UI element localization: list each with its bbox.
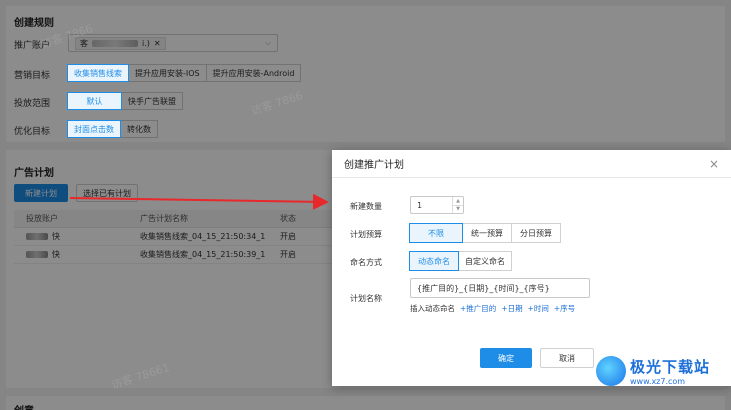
plan-name-label: 计划名称 [350, 294, 382, 303]
naming-option-custom[interactable]: 自定义命名 [458, 251, 512, 271]
stepper-arrows: ▲ ▼ [452, 197, 463, 213]
budget-option-unlimited[interactable]: 不限 [409, 223, 463, 243]
logo-text: 极光下载站 www.xz7.com [630, 356, 710, 386]
cancel-button[interactable]: 取消 [540, 348, 594, 368]
scope-option-default[interactable]: 默认 [67, 92, 122, 110]
quantity-value: 1 [417, 200, 423, 210]
close-icon[interactable]: × [709, 157, 719, 171]
insert-link-purpose[interactable]: +推广目的 [460, 303, 496, 314]
logo-icon [596, 356, 626, 386]
quantity-label: 新建数量 [350, 202, 382, 211]
create-plan-modal: 创建推广计划 × 新建数量 1 ▲ ▼ 计划预算 不限 统一预算 分日预算 命名… [332, 150, 731, 386]
insert-dynamic-row: 插入动态命名 +推广目的 +日期 +时间 +序号 [410, 303, 575, 314]
modal-header: 创建推广计划 × [332, 150, 731, 178]
insert-link-time[interactable]: +时间 [528, 303, 549, 314]
confirm-button[interactable]: 确定 [480, 348, 532, 368]
naming-segment: 动态命名 自定义命名 [409, 251, 512, 271]
goal-option-leads[interactable]: 收集销售线索 [67, 64, 129, 82]
decrement-icon[interactable]: ▼ [453, 204, 463, 214]
plan-name-input[interactable]: {推广目的}_{日期}_{时间}_{序号} [410, 278, 590, 298]
budget-option-unified[interactable]: 统一预算 [462, 223, 512, 243]
insert-label: 插入动态命名 [410, 304, 455, 313]
budget-label: 计划预算 [350, 230, 382, 239]
insert-link-date[interactable]: +日期 [501, 303, 522, 314]
budget-segment: 不限 统一预算 分日预算 [409, 223, 561, 243]
site-logo: 极光下载站 www.xz7.com [596, 356, 710, 386]
insert-link-serial[interactable]: +序号 [554, 303, 575, 314]
modal-title: 创建推广计划 [344, 160, 404, 171]
increment-icon[interactable]: ▲ [453, 197, 463, 205]
naming-option-dynamic[interactable]: 动态命名 [409, 251, 459, 271]
naming-label: 命名方式 [350, 258, 382, 267]
budget-option-daily[interactable]: 分日预算 [511, 223, 561, 243]
logo-name: 极光下载站 [630, 358, 711, 376]
logo-url: www.xz7.com [630, 377, 686, 386]
optimize-option-clicks[interactable]: 封面点击数 [67, 120, 121, 138]
quantity-stepper[interactable]: 1 ▲ ▼ [410, 196, 464, 214]
